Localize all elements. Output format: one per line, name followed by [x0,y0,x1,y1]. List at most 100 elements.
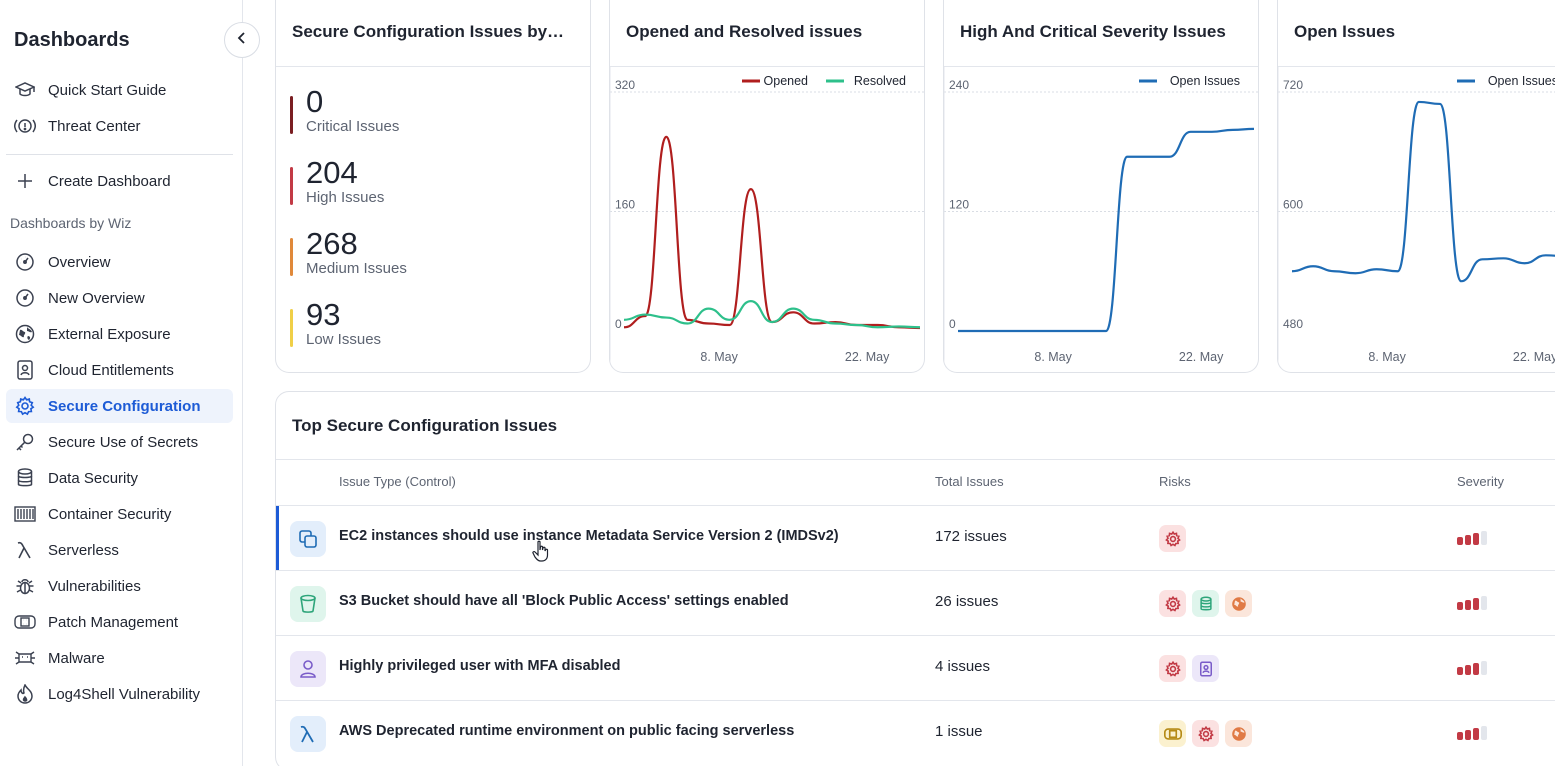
risk-icons [1159,655,1219,682]
sidebar-item-secure-use-of-secrets[interactable]: Secure Use of Secrets [6,425,233,459]
hand-cursor-icon [532,540,550,567]
column-header-issue-type[interactable]: Issue Type (Control) [339,474,456,489]
table-row[interactable]: Highly privileged user with MFA disabled… [276,635,1555,700]
sidebar-item-data-security[interactable]: Data Security [6,461,233,495]
x-tick-label: 22. May [1179,350,1224,364]
issue-name[interactable]: AWS Deprecated runtime environment on pu… [339,723,794,739]
sidebar-item-quick-start-guide[interactable]: Quick Start Guide [6,73,233,107]
exposure-globe-icon[interactable] [1225,590,1252,617]
y-tick-label: 240 [949,78,969,92]
legend-label: Open Issues [1488,74,1555,88]
sidebar-item-label: Serverless [48,541,119,559]
severity-segment [1457,602,1463,610]
y-tick-label: 600 [1283,198,1303,212]
sidebar-item-secure-configuration[interactable]: Secure Configuration [6,389,233,423]
x-tick-label: 8. May [700,350,738,364]
y-tick-label: 320 [615,78,635,92]
severity-bar-critical [290,96,293,134]
risk-icons [1159,720,1252,747]
stat-label: Critical Issues [306,118,400,135]
issue-count[interactable]: 1 issue [935,723,983,740]
dashboard-icon [14,287,36,309]
open-issues-card: Open Issues 480 600 720 8. May 22. May Open I… [1277,0,1555,373]
issue-count[interactable]: 172 issues [935,528,1007,545]
column-header-risks[interactable]: Risks [1159,474,1191,489]
sidebar-item-cloud-entitlements[interactable]: Cloud Entitlements [6,353,233,387]
issue-count[interactable]: 26 issues [935,593,998,610]
sidebar-item-new-overview[interactable]: New Overview [6,281,233,315]
x-tick-label: 22. May [845,350,890,364]
identity-badge-icon[interactable] [1192,655,1219,682]
issue-name[interactable]: EC2 instances should use instance Metada… [339,528,839,544]
issue-name[interactable]: Highly privileged user with MFA disabled [339,658,620,674]
card-divider [276,66,590,67]
gear-icon [14,395,36,417]
series-line [623,135,921,330]
table-row[interactable]: S3 Bucket should have all 'Block Public … [276,570,1555,635]
severity-segment [1481,531,1487,545]
sidebar-item-threat-center[interactable]: Threat Center [6,109,233,143]
issue-name[interactable]: S3 Bucket should have all 'Block Public … [339,593,789,609]
create-dashboard-button[interactable]: Create Dashboard [6,164,233,198]
misconfiguration-gear-icon[interactable] [1159,590,1186,617]
severity-bar-medium [290,238,293,276]
open-issues-chart[interactable]: 480 600 720 8. May 22. May Open Issues [1278,67,1555,373]
high-critical-card: High And Critical Severity Issues 0 120 24… [943,0,1259,373]
sidebar-item-label: Quick Start Guide [48,81,167,99]
patch-ticket-icon[interactable] [1159,720,1186,747]
sidebar-item-serverless[interactable]: Serverless [6,533,233,567]
y-tick-label: 720 [1283,78,1303,92]
issue-count[interactable]: 4 issues [935,658,990,675]
table-row[interactable]: AWS Deprecated runtime environment on pu… [276,700,1555,765]
sidebar-item-patch-management[interactable]: Patch Management [6,605,233,639]
stat-value: 268 [306,226,358,261]
x-tick-label: 22. May [1513,350,1555,364]
risk-icons [1159,525,1186,552]
sidebar-item-label: Log4Shell Vulnerability [48,685,201,703]
stat-label: Medium Issues [306,260,407,277]
opened-resolved-card: Opened and Resolved issues 0 160 320 8. May… [609,0,925,373]
sidebar-item-log4shell-vulnerability[interactable]: Log4Shell Vulnerability [6,677,233,711]
severity-segment [1457,537,1463,545]
exposure-globe-icon[interactable] [1225,720,1252,747]
sidebar-item-container-security[interactable]: Container Security [6,497,233,531]
severity-indicator [1457,726,1487,740]
create-dashboard-label: Create Dashboard [48,172,171,190]
misconfiguration-gear-icon[interactable] [1192,720,1219,747]
globe-icon [14,323,36,345]
container-icon [14,503,36,525]
sidebar-item-malware[interactable]: Malware [6,641,233,675]
stat-value: 0 [306,84,324,119]
misconfiguration-gear-icon[interactable] [1159,655,1186,682]
sidebar-item-label: Secure Configuration [48,397,201,415]
sidebar-item-overview[interactable]: Overview [6,245,233,279]
card-title: Top Secure Configuration Issues [292,416,558,435]
column-header-severity[interactable]: Severity [1457,474,1504,489]
sidebar-item-label: Container Security [48,505,172,523]
stat-value: 204 [306,155,358,190]
series-line [1291,100,1555,283]
severity-segment [1465,600,1471,610]
collapse-sidebar-button[interactable] [224,22,260,58]
high-critical-chart[interactable]: 0 120 240 8. May 22. May Open Issues [944,67,1259,373]
sidebar: Dashboards Quick Start Guide Threat Cent… [0,0,243,766]
misconfiguration-gear-icon[interactable] [1159,525,1186,552]
data-database-icon[interactable] [1192,590,1219,617]
sidebar-item-label: New Overview [48,289,145,307]
opened-resolved-chart[interactable]: 0 160 320 8. May 22. May Resolved Opened [610,67,925,373]
y-tick-label: 480 [1283,317,1303,331]
sidebar-item-external-exposure[interactable]: External Exposure [6,317,233,351]
severity-segment [1473,663,1479,675]
lambda-icon [290,716,326,752]
column-header-total-issues[interactable]: Total Issues [935,474,1004,489]
key-icon [14,431,36,453]
table-row[interactable]: EC2 instances should use instance Metada… [276,505,1555,570]
severity-bar-low [290,309,293,347]
sidebar-item-label: Vulnerabilities [48,577,141,595]
copy-icon [290,521,326,557]
sidebar-item-label: Cloud Entitlements [48,361,174,379]
sidebar-item-vulnerabilities[interactable]: Vulnerabilities [6,569,233,603]
flame-icon [14,683,36,705]
sidebar-item-label: Secure Use of Secrets [48,433,199,451]
series-line [958,127,1255,333]
